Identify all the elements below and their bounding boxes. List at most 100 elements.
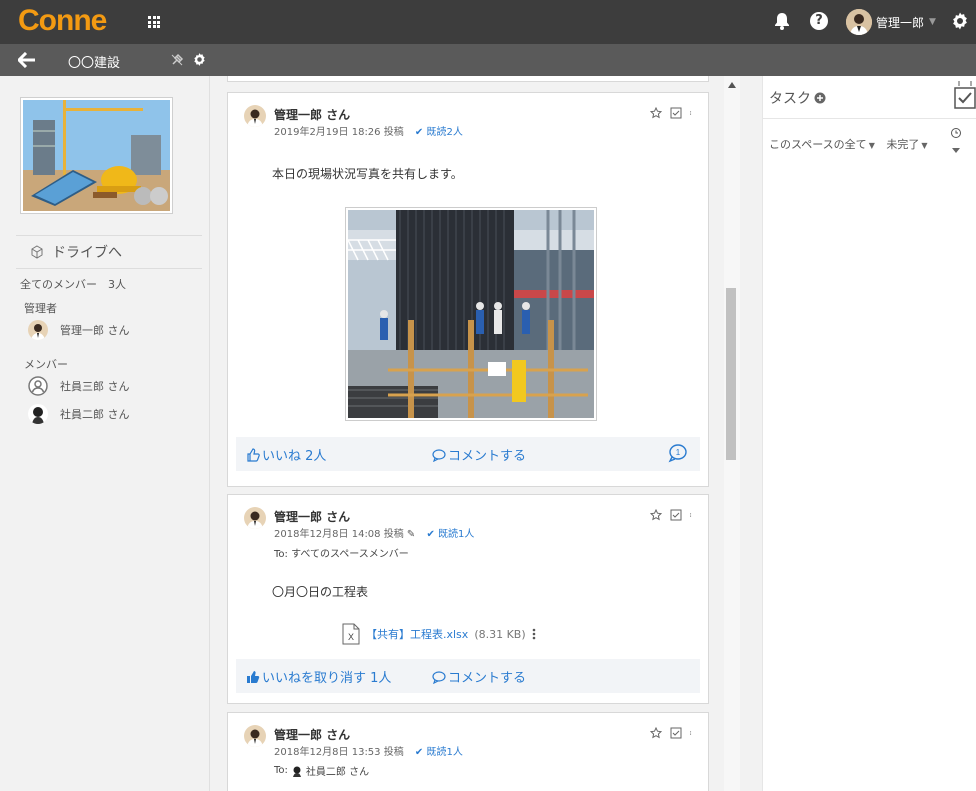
feed-scrollbar[interactable] [724,76,740,791]
post-card: 管理一郎 さん 2018年12月8日 13:53 投稿 ✔ 既読1人 To: 社… [227,712,709,791]
drive-icon [31,245,43,259]
attachment-size: (8.31 KB) [474,627,526,641]
member-item[interactable]: 社員二郎 さん [28,404,130,424]
attachment: X 【共有】工程表.xlsx (8.31 KB) [342,623,536,645]
post-action-bar: いいね 2人 コメントする 1 [236,437,700,471]
read-status[interactable]: ✔ 既読1人 [426,529,474,540]
comment-count-icon[interactable]: 1 [668,443,688,463]
task-check-icon[interactable] [670,509,682,521]
arrow-left-icon[interactable] [18,52,36,68]
post-body: 〇月〇日の工程表 [272,585,369,599]
more-vertical-icon[interactable] [690,107,694,119]
members-count[interactable]: 全てのメンバー 3人 [20,276,126,292]
sort-by-time-icon[interactable] [949,126,963,156]
member-section-label: メンバー [24,358,68,371]
attachment-name[interactable]: 【共有】工程表.xlsx [366,626,468,642]
task-status-select[interactable]: 未完了 ▼ [886,138,929,151]
read-count: 既読1人 [426,747,463,758]
unpin-icon[interactable] [170,53,184,67]
star-icon[interactable] [650,727,662,739]
comment-icon [432,448,446,462]
task-filter: このスペースの全て ▼ 未完了 ▼ [769,136,930,152]
post-author[interactable]: 管理一郎 さん [274,508,350,525]
star-icon[interactable] [650,107,662,119]
read-count: 既読2人 [426,127,463,138]
pencil-icon: ✎ [406,529,416,540]
excel-file-icon: X [342,623,360,645]
read-status[interactable]: ✔ 既読2人 [415,127,463,138]
post-recipients: To: 社員二郎 さん [274,763,369,778]
post-timestamp: 2018年12月8日 14:08 投稿 [274,529,404,540]
comment-label: コメントする [448,671,527,686]
task-panel: タスク このスペースの全て ▼ 未完了 ▼ [740,76,976,791]
check-icon: ✔ [426,529,435,540]
check-icon: ✔ [414,127,424,138]
scrollbar-thumb[interactable] [726,288,736,460]
space-title: 〇〇建設 [68,56,121,71]
post-actions [650,107,694,119]
gear-icon[interactable] [950,11,970,31]
app-logo[interactable]: Conne [18,4,107,38]
chevron-down-icon: ▼ [929,17,936,27]
read-status[interactable]: ✔ 既読1人 [415,747,463,758]
comment-icon [432,670,446,684]
space-cover-image [20,97,173,214]
member-name: 社員二郎 さん [60,408,130,421]
post-timestamp: 2018年12月8日 13:53 投稿 [274,747,404,758]
post-recipients: To: すべてのスペースメンバー [274,549,409,560]
help-icon[interactable]: ? [810,12,828,30]
check-icon: ✔ [414,747,424,758]
post-card: 管理一郎 さん 2019年2月19日 18:26 投稿 ✔ 既読2人 本日の現場… [227,92,709,487]
drive-link[interactable]: ドライブへ [30,242,122,262]
member-item[interactable]: 管理一郎 さん [28,320,130,340]
thumbs-up-filled-icon [247,670,260,683]
user-avatar [846,9,872,35]
more-vertical-icon[interactable] [532,628,536,640]
avatar [292,766,301,777]
member-name: 管理一郎 さん [60,324,130,337]
recipient-name[interactable]: 社員二郎 さん [306,763,369,778]
post-meta: 2019年2月19日 18:26 投稿 ✔ 既読2人 [274,123,463,138]
comment-button[interactable]: コメントする [432,445,526,464]
task-title: タスク [769,91,811,107]
scroll-up-arrow-icon[interactable] [728,82,736,88]
more-vertical-icon[interactable] [690,509,694,521]
user-menu[interactable]: 管理一郎 ▼ [846,8,936,36]
task-header: タスク [769,88,826,108]
post-photo[interactable] [345,207,597,421]
like-label: いいねを取り消す 1人 [262,671,392,686]
apps-grid-icon[interactable] [148,16,160,28]
svg-text:1: 1 [676,448,681,457]
post-card-partial [227,76,709,82]
drive-link-label: ドライブへ [52,245,122,261]
timeline-feed: 管理一郎 さん 2019年2月19日 18:26 投稿 ✔ 既読2人 本日の現場… [210,76,724,791]
admin-section-label: 管理者 [24,302,57,315]
post-actions [650,509,694,521]
avatar [244,725,266,747]
task-check-icon[interactable] [670,107,682,119]
member-item[interactable]: 社員三郎 さん [28,376,130,396]
task-check-icon[interactable] [670,727,682,739]
task-scope-select[interactable]: このスペースの全て ▼ [769,138,877,151]
post-action-bar: いいねを取り消す 1人 コメントする [236,659,700,693]
unlike-button[interactable]: いいねを取り消す 1人 [246,667,391,686]
task-checkbox-icon[interactable] [953,80,976,110]
gear-icon[interactable] [192,52,207,67]
post-actions [650,727,694,739]
member-name: 社員三郎 さん [60,380,130,393]
bell-icon[interactable] [772,11,792,31]
space-header: 〇〇建設 [0,44,976,76]
post-meta: 2018年12月8日 13:53 投稿 ✔ 既読1人 [274,743,463,758]
like-button[interactable]: いいね 2人 [246,445,326,464]
post-body: 本日の現場状況写真を共有します。 [272,167,463,181]
star-icon[interactable] [650,509,662,521]
post-author[interactable]: 管理一郎 さん [274,106,350,123]
comment-button[interactable]: コメントする [432,667,526,686]
like-label: いいね 2人 [262,449,327,464]
more-vertical-icon[interactable] [690,727,694,739]
comment-label: コメントする [448,449,527,464]
default-avatar-icon [28,376,48,396]
post-author[interactable]: 管理一郎 さん [274,726,350,743]
add-task-icon[interactable] [814,92,826,104]
post-timestamp: 2019年2月19日 18:26 投稿 [274,127,404,138]
